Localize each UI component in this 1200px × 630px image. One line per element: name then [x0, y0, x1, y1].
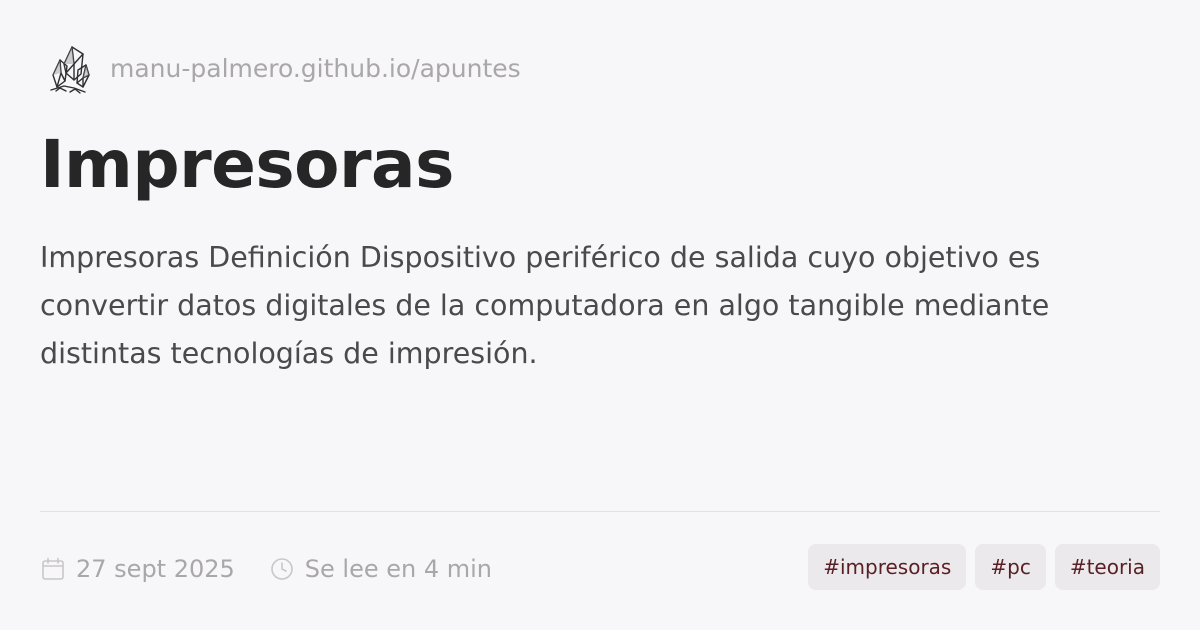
reading-time: Se lee en 4 min: [269, 555, 492, 583]
page-title: Impresoras: [40, 126, 454, 203]
article-meta: 27 sept 2025 Se lee en 4 min: [40, 548, 492, 590]
clock-icon: [270, 558, 293, 580]
article-description: Impresoras Definición Dispositivo perifé…: [40, 241, 1050, 370]
reading-time-text: Se lee en 4 min: [304, 555, 493, 583]
calendar-icon: [42, 557, 64, 580]
footer-divider: [40, 511, 1160, 512]
tag-impresoras[interactable]: #impresoras: [808, 544, 967, 590]
tag-teoria[interactable]: #teoria: [1054, 544, 1160, 590]
publish-date: 27 sept 2025: [40, 555, 235, 583]
publish-date-text: 27 sept 2025: [76, 555, 235, 583]
site-header: manu-palmero.github.io/apuntes: [44, 42, 521, 96]
crystal-logo-icon: [50, 46, 90, 94]
site-url[interactable]: manu-palmero.github.io/apuntes: [110, 42, 521, 96]
tag-list: #impresoras #pc #teoria: [808, 544, 1160, 590]
tag-pc[interactable]: #pc: [975, 544, 1046, 590]
